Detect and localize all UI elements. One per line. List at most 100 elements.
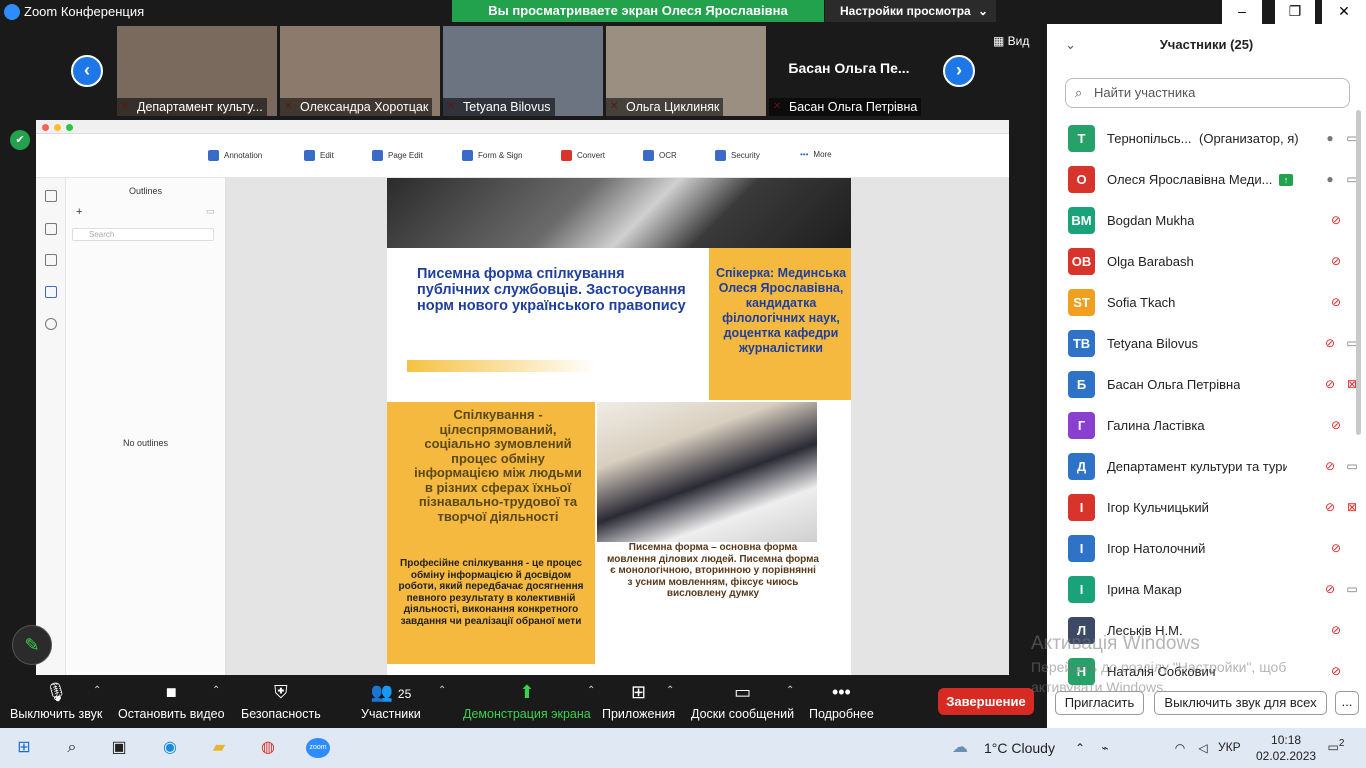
panel-more-button[interactable]: ... (1335, 691, 1359, 715)
notifications-icon[interactable]: ▭2 (1325, 738, 1347, 758)
mic-muted-icon[interactable]: ⊘ (1329, 295, 1343, 311)
video-camera-icon[interactable]: ▭ (1343, 459, 1361, 473)
participant-row[interactable]: І Ігор Натолочний ⊘ (1047, 528, 1366, 569)
participant-row[interactable]: Г Галина Ластівка ⊘ (1047, 405, 1366, 446)
participants-button[interactable]: 👥 25 Участники (361, 681, 421, 721)
mic-muted-icon[interactable]: ⊘ (1329, 213, 1343, 229)
outlines-search[interactable]: Search (72, 228, 214, 241)
mic-muted-icon[interactable]: ⊘ (1323, 459, 1337, 475)
security-button[interactable]: Security (715, 150, 760, 161)
invite-button[interactable]: Пригласить (1055, 691, 1144, 715)
zoom-app-icon[interactable]: zoom (306, 738, 330, 758)
mute-button[interactable]: 🎙 Выключить звук (10, 681, 102, 721)
video-tile[interactable]: ✕Ольга Циклиняк (606, 26, 766, 116)
caret-up-icon[interactable]: ⌃ (786, 685, 794, 696)
participant-row[interactable]: BM Bogdan Mukha ⊘ (1047, 200, 1366, 241)
caret-up-icon[interactable]: ⌃ (212, 685, 220, 696)
participant-row[interactable]: T Тернопільсь... (Организатор, я) ● ▭ (1047, 118, 1366, 159)
participant-search-input[interactable]: ⌕ Найти участника (1065, 78, 1350, 108)
video-off-icon[interactable]: ⊠ (1343, 500, 1361, 514)
mic-muted-icon[interactable]: ⊘ (1323, 500, 1337, 516)
prev-page-button[interactable]: ‹ (71, 55, 103, 87)
video-camera-icon[interactable]: ▭ (1343, 582, 1361, 596)
next-page-button[interactable]: › (943, 55, 975, 87)
network-icon[interactable]: ⌁ (1095, 738, 1115, 758)
wifi-icon[interactable]: ◠ (1170, 738, 1190, 758)
bookmark-icon[interactable] (45, 254, 57, 266)
mic-muted-icon[interactable]: ⊘ (1329, 254, 1343, 270)
chevron-down-icon[interactable]: ⌄ (1065, 24, 1076, 66)
participant-row[interactable]: І Ірина Макар ⊘ ▭ (1047, 569, 1366, 610)
video-tile[interactable]: ✕Tetyana Bilovus (443, 26, 603, 116)
mic-muted-icon[interactable]: ⊘ (1329, 623, 1343, 639)
caret-up-icon[interactable]: ⌃ (666, 685, 674, 696)
text-icon[interactable] (45, 223, 57, 235)
volume-icon[interactable]: ◁ (1193, 738, 1213, 758)
video-tile[interactable]: ✕Олександра Хоротцак (280, 26, 440, 116)
annotation-button[interactable]: Annotation (208, 150, 262, 161)
more-button[interactable]: ••• More (800, 150, 832, 159)
participant-row[interactable]: ST Sofia Tkach ⊘ (1047, 282, 1366, 323)
restore-button[interactable]: ❐ (1275, 0, 1315, 24)
task-view-icon[interactable]: ▣ (109, 738, 129, 758)
avatar: І (1068, 535, 1095, 562)
trash-icon[interactable]: ▭ (206, 206, 215, 217)
page-edit-button[interactable]: Page Edit (372, 150, 423, 161)
video-tile[interactable]: Басан Ольга Пе...✕Басан Ольга Петрівна (769, 26, 929, 116)
minimize-button[interactable]: – (1222, 0, 1262, 24)
participant-row[interactable]: О Олеся Ярославівна Меди... ↑ ● ▭ (1047, 159, 1366, 200)
participant-row[interactable]: TB Tetyana Bilovus ⊘ ▭ (1047, 323, 1366, 364)
annotate-pen-icon[interactable]: ✎ (12, 625, 52, 665)
end-meeting-button[interactable]: Завершение (938, 688, 1034, 715)
mic-muted-icon[interactable]: ⊘ (1323, 336, 1337, 352)
ocr-button[interactable]: OCR (643, 150, 677, 161)
security-button[interactable]: ⛨ Безопасность (241, 681, 321, 721)
pages-icon[interactable] (45, 190, 57, 202)
language-indicator[interactable]: УКР (1218, 740, 1241, 754)
participant-row[interactable]: Б Басан Ольга Петрівна ⊘ ⊠ (1047, 364, 1366, 405)
video-tile[interactable]: ✕Департамент культу... (117, 26, 277, 116)
caret-up-icon[interactable]: ⌃ (93, 685, 101, 696)
mic-muted-icon[interactable]: ⊘ (1329, 418, 1343, 434)
form-sign-button[interactable]: Form & Sign (462, 150, 522, 161)
more-label: More (813, 150, 832, 159)
participant-row[interactable]: OB Olga Barabash ⊘ (1047, 241, 1366, 282)
edge-icon[interactable]: ◉ (160, 738, 180, 758)
microphone-icon[interactable]: ● (1323, 172, 1337, 188)
mic-muted-icon[interactable]: ⊘ (1323, 582, 1337, 598)
pdf-canvas[interactable]: Писемна форма спілкування публічних служ… (226, 178, 1009, 675)
mic-muted-icon[interactable]: ⊘ (1329, 664, 1343, 680)
view-settings-button[interactable]: Настройки просмотра ⌄ (825, 0, 996, 22)
chrome-icon[interactable]: ◍ (258, 738, 278, 758)
microphone-icon[interactable]: ● (1323, 131, 1337, 147)
edit-button[interactable]: Edit (304, 150, 334, 161)
folder-icon[interactable]: ▰ (209, 738, 229, 758)
apps-button[interactable]: ⊞ Приложения (602, 681, 675, 721)
settings-icon[interactable] (45, 318, 57, 330)
caret-up-icon[interactable]: ⌃ (587, 685, 595, 696)
video-button[interactable]: ■ Остановить видео (118, 681, 225, 721)
whiteboard-button[interactable]: ▭ Доски сообщений (691, 681, 794, 721)
weather[interactable]: 1°C Cloudy (984, 740, 1055, 756)
convert-button[interactable]: Convert (561, 150, 605, 161)
tray-chevron-icon[interactable]: ⌃ (1070, 738, 1090, 758)
participants-count: 25 (397, 687, 412, 701)
mic-muted-icon[interactable]: ⊘ (1329, 541, 1343, 557)
caret-up-icon[interactable]: ⌃ (438, 685, 446, 696)
mic-muted-icon[interactable]: ⊘ (1323, 377, 1337, 393)
view-button[interactable]: ▦ Вид (993, 34, 1029, 48)
more-button[interactable]: ••• Подробнее (809, 681, 874, 721)
windows-start-icon[interactable]: ⊞ (14, 738, 34, 758)
close-button[interactable]: ✕ (1322, 0, 1366, 24)
encryption-shield-icon[interactable]: ✔ (10, 130, 30, 150)
participant-row[interactable]: Д Департамент культури та тури... ⊘ ▭ (1047, 446, 1366, 487)
scrollbar[interactable] (1356, 110, 1361, 435)
share-screen-button[interactable]: ⬆ Демонстрация экрана (463, 681, 591, 721)
search-icon[interactable]: ⌕ (62, 738, 82, 758)
title-block: Писемна форма спілкування публічних служ… (387, 248, 709, 400)
clock[interactable]: 10:18 02.02.2023 (1256, 732, 1316, 764)
participant-row[interactable]: І Ігор Кульчицький ⊘ ⊠ (1047, 487, 1366, 528)
add-icon[interactable]: + (76, 206, 82, 218)
outline-icon[interactable] (45, 286, 57, 298)
mute-all-button[interactable]: Выключить звук для всех (1154, 691, 1327, 715)
